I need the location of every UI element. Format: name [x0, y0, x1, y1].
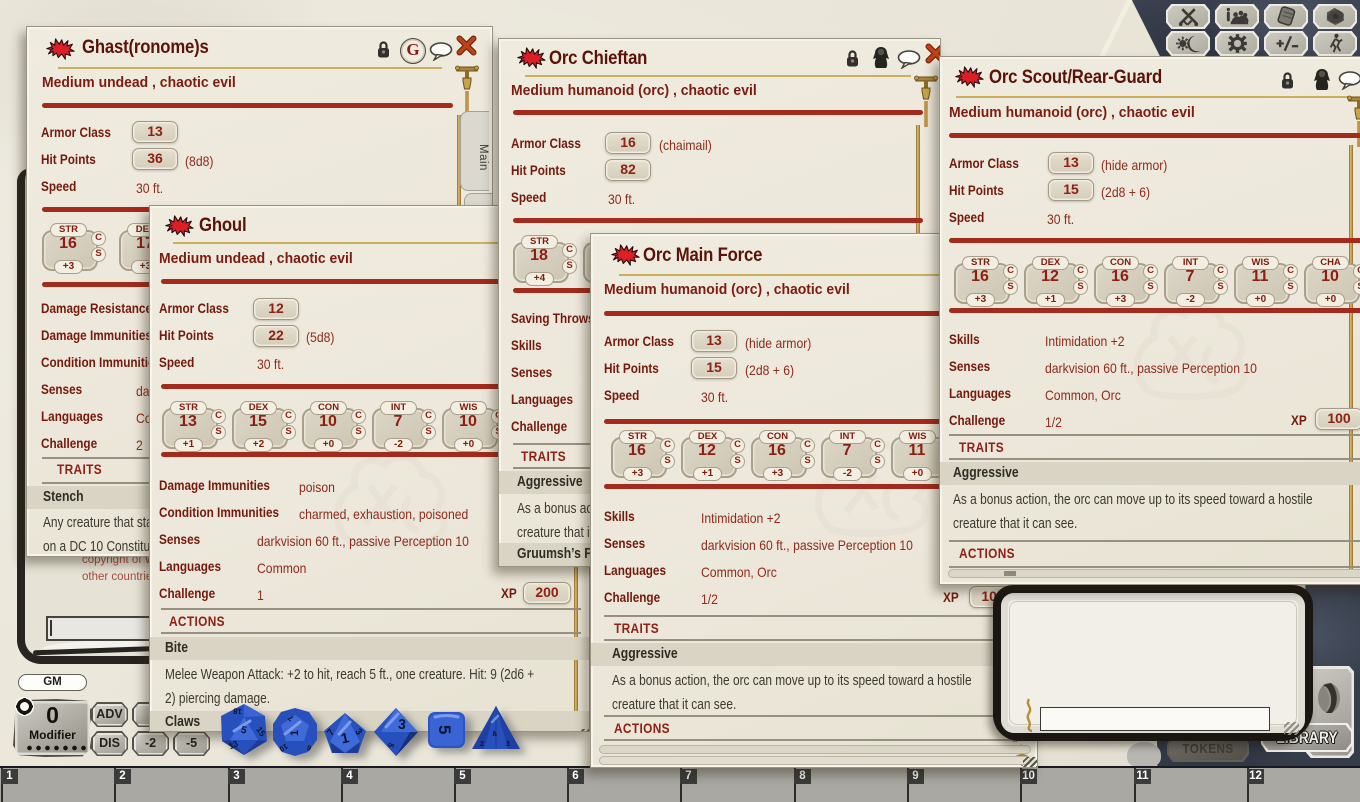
svg-text:18: 18 — [232, 706, 242, 716]
svg-text:1: 1 — [289, 730, 301, 736]
svg-text:5: 5 — [435, 725, 454, 734]
svg-text:2: 2 — [480, 741, 484, 748]
svg-text:3: 3 — [506, 741, 510, 748]
